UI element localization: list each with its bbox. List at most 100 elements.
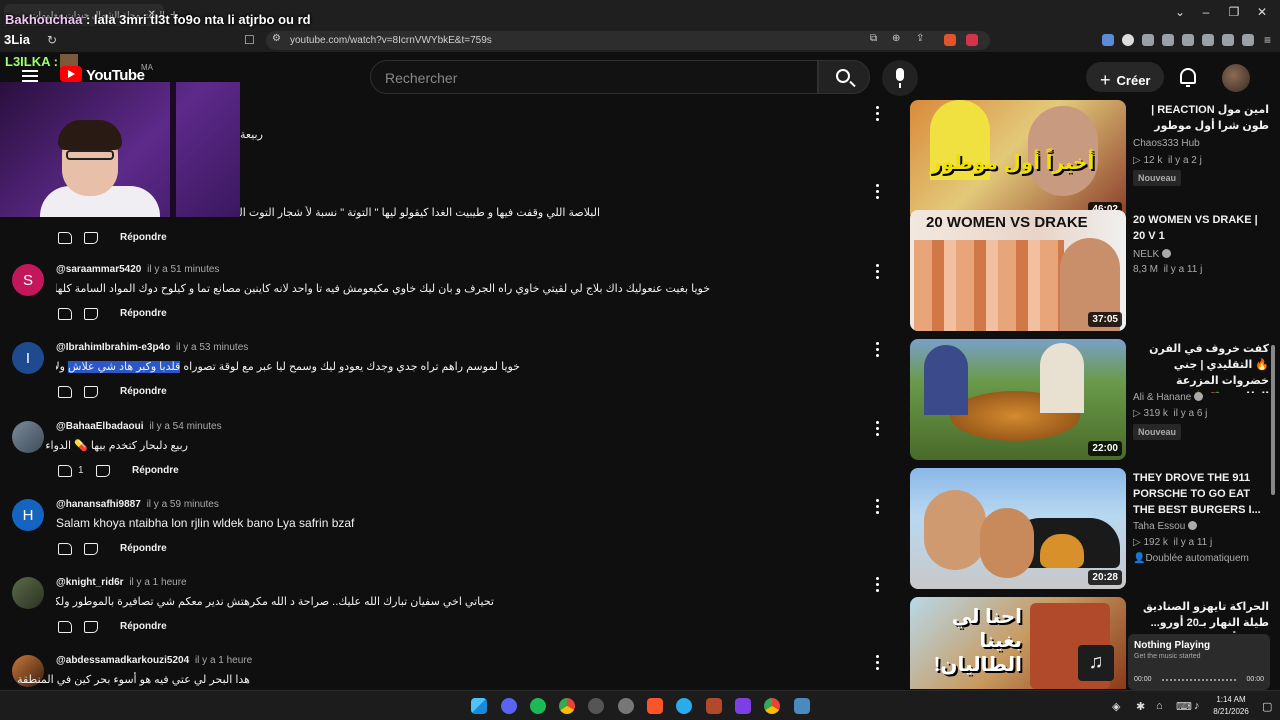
dislike-icon[interactable]: [84, 543, 98, 555]
leo-ai-icon[interactable]: [1222, 34, 1234, 46]
system-clock[interactable]: 1:14 AM 8/21/2026: [1208, 694, 1254, 718]
user-avatar[interactable]: [1222, 64, 1250, 92]
video-card[interactable]: أخيراً أول موطور 46:02 امين مول REACTION…: [908, 100, 1280, 224]
video-card[interactable]: 20:28 THEY DROVE THE 911 PORSCHE TO GO E…: [908, 468, 1280, 592]
app-icon[interactable]: [794, 698, 810, 714]
video-thumbnail[interactable]: أخيراً أول موطور 46:02: [910, 100, 1126, 221]
maximize-icon[interactable]: ❐: [1224, 5, 1244, 19]
telegram-icon[interactable]: [676, 698, 692, 714]
dislike-icon[interactable]: [84, 386, 98, 398]
extension-icon[interactable]: [1122, 34, 1134, 46]
video-title[interactable]: امين مول REACTION | طون شرا أول موطور: [1133, 102, 1269, 134]
brave-rewards-icon[interactable]: [966, 34, 978, 46]
avatar[interactable]: [12, 421, 44, 453]
translate-icon[interactable]: ⧉: [870, 33, 877, 44]
channel-name[interactable]: Ali & Hanane: [1133, 391, 1204, 403]
brave-icon[interactable]: [647, 698, 663, 714]
like-icon[interactable]: [58, 308, 72, 320]
avatar[interactable]: S: [12, 264, 44, 296]
search-input[interactable]: Rechercher: [370, 60, 818, 94]
video-card[interactable]: 22:00 كفت خروف في الفرن 🔥 التقليدي | جني…: [908, 339, 1280, 463]
notifications-icon[interactable]: ▢: [1262, 700, 1272, 713]
app-icon[interactable]: [618, 698, 634, 714]
share-icon[interactable]: ⇪: [916, 33, 924, 44]
url-text[interactable]: youtube.com/watch?v=8IcrnVWYbkE&t=759s: [290, 35, 492, 46]
hamburger-menu-icon[interactable]: [22, 70, 38, 82]
comment-menu-icon[interactable]: [876, 342, 880, 358]
music-note-icon[interactable]: ♫: [1078, 645, 1114, 681]
like-icon[interactable]: [58, 543, 72, 555]
video-title[interactable]: الحراكة تايهزو الصناديق طيلة النهار بـ20…: [1133, 599, 1269, 633]
url-bar[interactable]: ⚙ youtube.com/watch?v=8IcrnVWYbkE&t=759s…: [266, 31, 990, 50]
comment-author[interactable]: @abdessamadkarkouzi5204: [56, 655, 189, 666]
video-thumbnail[interactable]: 20 WOMEN VS DRAKE 37:05: [910, 210, 1126, 331]
avatar[interactable]: H: [12, 499, 44, 531]
comment-menu-icon[interactable]: [876, 264, 880, 280]
dislike-icon[interactable]: [84, 232, 98, 244]
channel-name[interactable]: Taha Essou: [1133, 520, 1198, 532]
music-progress-bar[interactable]: [1162, 679, 1236, 681]
chrome-icon[interactable]: [559, 698, 575, 714]
video-title[interactable]: 20 WOMEN VS DRAKE | 20 V 1: [1133, 212, 1269, 244]
spotify-icon[interactable]: [530, 698, 546, 714]
tray-icon[interactable]: ◈: [1112, 700, 1120, 713]
tray-icon[interactable]: ✱: [1136, 700, 1145, 713]
comment-time[interactable]: il y a 59 minutes: [147, 499, 219, 510]
channel-name[interactable]: NELK: [1133, 248, 1172, 260]
notifications-bell-icon[interactable]: [1180, 68, 1196, 87]
comment-author[interactable]: @IbrahimIbrahim-e3p4o: [56, 342, 170, 353]
like-icon[interactable]: [58, 232, 72, 244]
reply-button[interactable]: Répondre: [120, 621, 167, 632]
wallet-icon[interactable]: [1202, 34, 1214, 46]
video-thumbnail[interactable]: 20:28: [910, 468, 1126, 589]
vpn-icon[interactable]: [1242, 34, 1254, 46]
volume-icon[interactable]: ♪: [1194, 700, 1200, 712]
bookmark-icon[interactable]: ☐: [244, 33, 255, 47]
video-thumbnail[interactable]: 22:00: [910, 339, 1126, 460]
minimize-icon[interactable]: –: [1196, 5, 1216, 19]
video-title[interactable]: THEY DROVE THE 911 PORSCHE TO GO EAT THE…: [1133, 470, 1269, 518]
scrollbar-thumb[interactable]: [1271, 345, 1275, 495]
reload-icon[interactable]: ↻: [47, 33, 57, 47]
comment-menu-icon[interactable]: [876, 184, 880, 200]
youtube-logo-icon[interactable]: [60, 66, 82, 82]
comment-menu-icon[interactable]: [876, 499, 880, 515]
app-icon[interactable]: [706, 698, 722, 714]
create-button[interactable]: + Créer: [1086, 62, 1164, 92]
comment-menu-icon[interactable]: [876, 421, 880, 437]
menu-icon[interactable]: ≡: [1264, 33, 1271, 47]
obs-icon[interactable]: [588, 698, 604, 714]
comment-time[interactable]: il y a 1 heure: [129, 577, 186, 588]
comment-time[interactable]: il y a 53 minutes: [176, 342, 248, 353]
search-button[interactable]: [818, 60, 870, 94]
comment-menu-icon[interactable]: [876, 577, 880, 593]
sidebar-icon[interactable]: [1182, 34, 1194, 46]
comment-author[interactable]: @hanansafhi9887: [56, 499, 141, 510]
chrome-icon[interactable]: [764, 698, 780, 714]
like-icon[interactable]: [58, 386, 72, 398]
site-settings-icon[interactable]: ⚙: [272, 33, 281, 44]
video-title[interactable]: كفت خروف في الفرن 🔥 التقليدي | جني خضروا…: [1133, 341, 1269, 393]
dislike-icon[interactable]: [84, 621, 98, 633]
windows-start-icon[interactable]: [471, 698, 487, 714]
like-icon[interactable]: [58, 621, 72, 633]
dislike-icon[interactable]: [84, 308, 98, 320]
reply-button[interactable]: Répondre: [120, 308, 167, 319]
comment-author[interactable]: @saraammar5420: [56, 264, 141, 275]
music-widget[interactable]: Nothing Playing Get the music started 00…: [1128, 634, 1270, 690]
dislike-icon[interactable]: [96, 465, 110, 477]
reply-button[interactable]: Répondre: [120, 232, 167, 243]
avatar[interactable]: [12, 577, 44, 609]
brave-shield-icon[interactable]: [944, 34, 956, 46]
extension-icon[interactable]: [1102, 34, 1114, 46]
reply-button[interactable]: Répondre: [120, 543, 167, 554]
voice-search-button[interactable]: [882, 60, 918, 96]
comment-menu-icon[interactable]: [876, 106, 880, 122]
dropdown-icon[interactable]: ⌄: [1170, 5, 1190, 19]
network-icon[interactable]: ⌨: [1176, 700, 1192, 713]
close-window-icon[interactable]: ✕: [1252, 5, 1272, 19]
comment-time[interactable]: il y a 54 minutes: [149, 421, 221, 432]
comment-time[interactable]: il y a 1 heure: [195, 655, 252, 666]
comment-author[interactable]: @knight_rid6r: [56, 577, 124, 588]
comment-menu-icon[interactable]: [876, 655, 880, 671]
